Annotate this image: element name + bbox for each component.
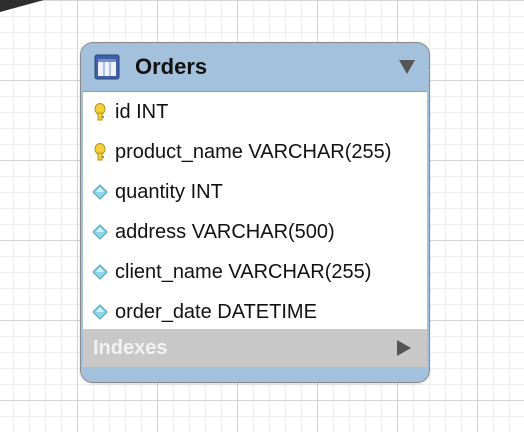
column-row-product-name[interactable]: product_name VARCHAR(255) bbox=[83, 132, 427, 172]
table-title: Orders bbox=[135, 54, 208, 79]
columns-list: id INT product_name VARCHAR(255) quantit… bbox=[83, 91, 427, 331]
column-diamond-icon bbox=[92, 304, 108, 320]
column-diamond-icon bbox=[92, 224, 108, 240]
indexes-section[interactable]: Indexes bbox=[83, 329, 427, 367]
column-label: order_date DATETIME bbox=[115, 301, 317, 323]
primary-key-icon bbox=[94, 143, 106, 161]
table-footer bbox=[81, 367, 429, 382]
column-row-quantity[interactable]: quantity INT bbox=[83, 172, 427, 212]
column-label: id INT bbox=[115, 101, 169, 123]
indexes-label: Indexes bbox=[93, 337, 168, 359]
column-diamond-icon bbox=[92, 184, 108, 200]
column-label: client_name VARCHAR(255) bbox=[115, 261, 372, 283]
expand-arrow-icon[interactable] bbox=[397, 340, 411, 356]
primary-key-icon bbox=[94, 103, 106, 121]
column-row-address[interactable]: address VARCHAR(500) bbox=[83, 212, 427, 252]
table-header[interactable]: Orders bbox=[81, 43, 429, 91]
column-row-id[interactable]: id INT bbox=[83, 92, 427, 132]
column-label: quantity INT bbox=[115, 181, 223, 203]
column-row-client-name[interactable]: client_name VARCHAR(255) bbox=[83, 252, 427, 292]
collapse-arrow-icon[interactable] bbox=[399, 60, 415, 74]
column-diamond-icon bbox=[92, 264, 108, 280]
column-label: product_name VARCHAR(255) bbox=[115, 141, 392, 163]
column-label: address VARCHAR(500) bbox=[115, 221, 335, 243]
table-icon bbox=[94, 54, 120, 80]
orders-table-card[interactable]: Orders id INT product_name VARCHAR(255) bbox=[80, 42, 430, 383]
canvas-corner-shape bbox=[0, 0, 44, 12]
column-row-order-date[interactable]: order_date DATETIME bbox=[83, 292, 427, 332]
